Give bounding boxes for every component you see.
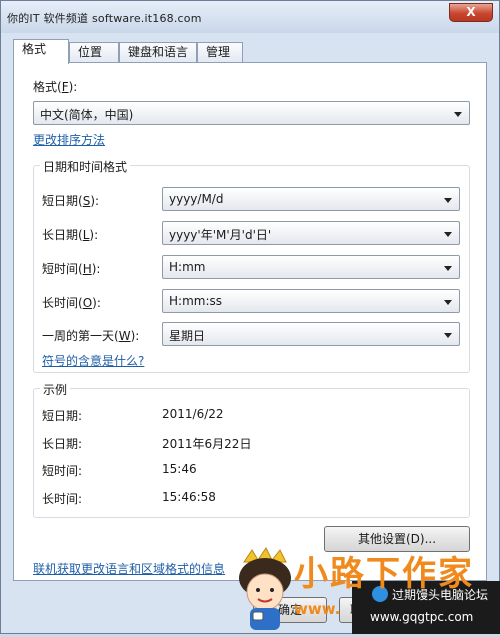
short-time-select[interactable]: H:mm [162, 255, 460, 279]
chevron-down-icon [454, 112, 462, 117]
format-label: 格式(F): [33, 80, 78, 94]
chevron-down-icon [444, 232, 452, 237]
example-group-title: 示例 [40, 381, 71, 398]
example-short-time-value: 15:46 [162, 462, 197, 476]
title-bar[interactable]: 你的IT 软件频道 software.it168.com X [1, 1, 499, 33]
watermark-forum-text: 过期馒头电脑论坛 [392, 588, 489, 602]
long-time-label: 长时间(O): [42, 296, 101, 310]
format-select[interactable]: 中文(简体，中国) [33, 101, 470, 125]
close-icon: X [466, 5, 476, 19]
online-info-link[interactable]: 联机获取更改语言和区域格式的信息 [33, 560, 225, 577]
window-title: 你的IT 软件频道 software.it168.com [7, 12, 202, 25]
chevron-down-icon [444, 300, 452, 305]
watermark-overlay: 小路下作家 www. 过期馒头电脑论坛 www.gqgtpc.com [222, 546, 500, 634]
region-format-dialog: 你的IT 软件频道 software.it168.com X 格式 位置 键盘和… [0, 0, 500, 634]
format-tab-panel: 格式(F): 中文(简体，中国) 更改排序方法 日期和时间格式 短日期(S): … [13, 62, 487, 581]
first-day-select[interactable]: 星期日 [162, 322, 460, 346]
format-select-value: 中文(简体，中国) [40, 108, 134, 122]
example-short-time-label: 短时间: [42, 464, 83, 478]
example-group: 示例 短日期: 2011/6/22 长日期: 2011年6月22日 短时间: 1… [33, 381, 470, 518]
short-date-select[interactable]: yyyy/M/d [162, 187, 460, 211]
long-date-label: 长日期(L): [42, 228, 99, 242]
short-time-label: 短时间(H): [42, 262, 101, 276]
tab-administrative[interactable]: 管理 [197, 42, 243, 62]
change-sort-link[interactable]: 更改排序方法 [33, 131, 105, 148]
watermark-site-url: www. [294, 600, 341, 618]
chevron-down-icon [444, 266, 452, 271]
example-long-date-value: 2011年6月22日 [162, 437, 252, 451]
datetime-group-title: 日期和时间格式 [40, 158, 131, 175]
long-date-select[interactable]: yyyy'年'M'月'd'日' [162, 221, 460, 245]
datetime-format-group: 日期和时间格式 短日期(S): yyyy/M/d 长日期(L): yyyy'年'… [33, 158, 470, 373]
chevron-down-icon [444, 198, 452, 203]
tab-format[interactable]: 格式 [13, 39, 69, 64]
long-time-select[interactable]: H:mm:ss [162, 289, 460, 313]
example-short-date-value: 2011/6/22 [162, 407, 224, 421]
chevron-down-icon [444, 333, 452, 338]
close-button[interactable]: X [449, 3, 493, 22]
example-long-date-label: 长日期: [42, 437, 83, 451]
first-day-label: 一周的第一天(W): [42, 329, 140, 343]
example-short-date-label: 短日期: [42, 409, 83, 423]
example-long-time-label: 长时间: [42, 492, 83, 506]
short-date-label: 短日期(S): [42, 194, 100, 208]
symbols-meaning-link[interactable]: 符号的含意是什么? [42, 352, 144, 369]
tab-location[interactable]: 位置 [69, 42, 119, 62]
tab-keyboard-language[interactable]: 键盘和语言 [119, 42, 197, 62]
example-long-time-value: 15:46:58 [162, 490, 216, 504]
watermark-forum-url: www.gqgtpc.com [370, 610, 474, 624]
